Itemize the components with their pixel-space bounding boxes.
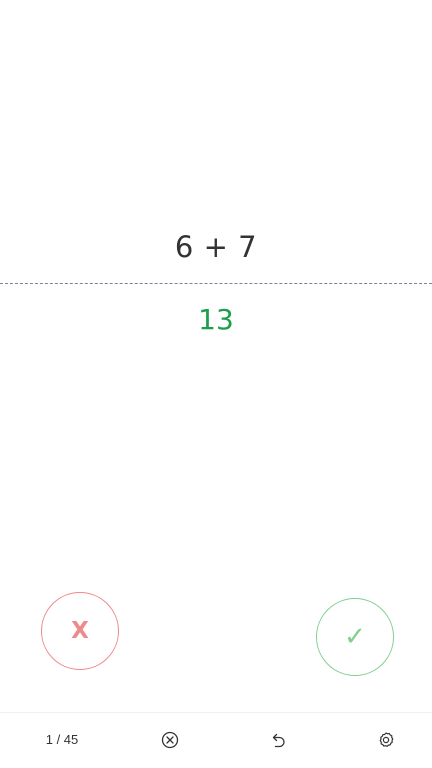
mark-right-button[interactable]: ✓ (316, 598, 394, 676)
flashcard-screen: 6 + 7 13 X ✓ 1 / 45 (0, 0, 432, 768)
undo-icon[interactable] (266, 728, 290, 752)
mark-wrong-button[interactable]: X (41, 592, 119, 670)
gear-icon[interactable] (374, 728, 398, 752)
answer-text: 13 (198, 303, 234, 336)
question-text: 6 + 7 (174, 230, 258, 264)
card-divider (0, 283, 432, 284)
circle-x-icon[interactable] (158, 728, 182, 752)
bottom-toolbar: 1 / 45 (0, 712, 432, 768)
progress-counter: 1 / 45 (45, 732, 79, 747)
right-label: ✓ (344, 622, 366, 652)
wrong-label: X (71, 617, 89, 644)
